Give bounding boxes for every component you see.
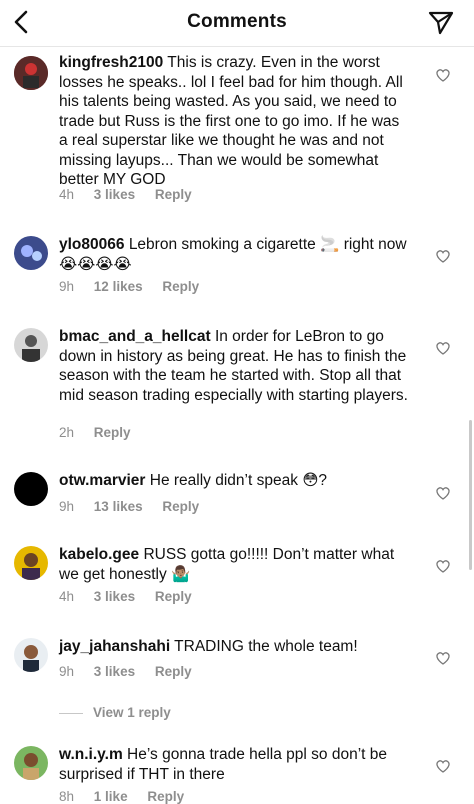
avatar[interactable] [14,328,48,362]
comment-username[interactable]: w.n.i.y.m [59,746,123,763]
comment-time: 9h [59,499,75,514]
comment-text: ylo80066 Lebron smoking a cigarette 🚬 ri… [59,235,409,274]
divider [59,712,83,714]
reply-button[interactable]: Reply [155,664,192,679]
scrollbar[interactable] [469,420,472,570]
comment-meta: 9h 13 likes Reply [59,499,215,514]
comment-meta: 2h Reply [59,425,147,440]
heart-icon[interactable] [435,485,451,501]
comment-text: otw.marvier He really didn’t speak 😳? [59,471,409,491]
comment-text: kingfresh2100 This is crazy. Even in the… [59,53,409,190]
comment-body: He really didn’t speak 😳? [149,472,328,489]
comment-username[interactable]: kingfresh2100 [59,54,163,71]
avatar[interactable] [14,638,48,672]
comment-username[interactable]: bmac_and_a_hellcat [59,328,211,345]
comment-username[interactable]: kabelo.gee [59,546,139,563]
comment-text: kabelo.gee RUSS gotta go!!!!! Don’t matt… [59,545,409,584]
comment-time: 4h [59,589,75,604]
comment-likes[interactable]: 3 likes [94,664,135,679]
comment-meta: 4h 3 likes Reply [59,187,208,202]
comment-time: 9h [59,279,75,294]
avatar[interactable] [14,236,48,270]
avatar[interactable] [14,546,48,580]
comment-username[interactable]: ylo80066 [59,236,125,253]
view-replies-button[interactable]: View 1 reply [59,705,171,720]
heart-icon[interactable] [435,248,451,264]
page-title: Comments [187,11,287,32]
comment-likes[interactable]: 12 likes [94,279,143,294]
heart-icon[interactable] [435,558,451,574]
comment-time: 4h [59,187,75,202]
reply-button[interactable]: Reply [155,187,192,202]
reply-button[interactable]: Reply [94,425,131,440]
avatar[interactable] [14,746,48,780]
reply-button[interactable]: Reply [162,279,199,294]
reply-button[interactable]: Reply [162,499,199,514]
avatar[interactable] [14,472,48,506]
comment-username[interactable]: jay_jahanshahi [59,638,170,655]
comment-meta: 9h 12 likes Reply [59,279,215,294]
comment-body: This is crazy. Even in the worst losses … [59,54,403,188]
comment-likes[interactable]: 13 likes [94,499,143,514]
comment-likes[interactable]: 3 likes [94,187,135,202]
heart-icon[interactable] [435,758,451,774]
comment-username[interactable]: otw.marvier [59,472,145,489]
comment-text: jay_jahanshahi TRADING the whole team! [59,637,409,657]
avatar[interactable] [14,56,48,90]
comment-meta: 9h 3 likes Reply [59,664,208,679]
comment-likes[interactable]: 3 likes [94,589,135,604]
comment-body: TRADING the whole team! [174,638,358,655]
view-replies-label[interactable]: View 1 reply [93,705,171,720]
comment-meta: 4h 3 likes Reply [59,589,208,604]
comment-text: w.n.i.y.m He’s gonna trade hella ppl so … [59,745,409,784]
comment-time: 2h [59,425,75,440]
comment-time: 9h [59,664,75,679]
comments-header: Comments [0,0,474,47]
comment-text: bmac_and_a_hellcat In order for LeBron t… [59,327,409,405]
heart-icon[interactable] [435,67,451,83]
heart-icon[interactable] [435,650,451,666]
heart-icon[interactable] [435,340,451,356]
paper-plane-icon[interactable] [428,10,454,36]
reply-button[interactable]: Reply [155,589,192,604]
